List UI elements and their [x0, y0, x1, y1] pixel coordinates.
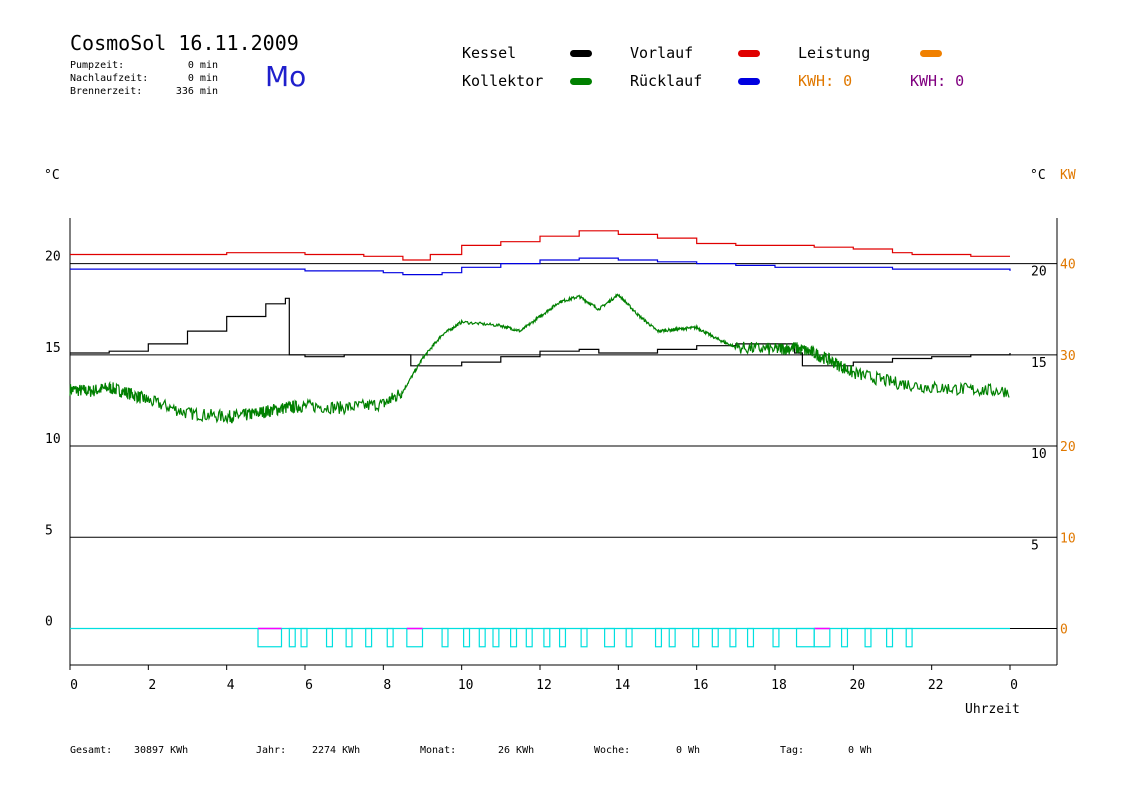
pulse-bar [441, 627, 449, 648]
pulse-bar [325, 627, 334, 648]
pulse-bar [525, 627, 533, 648]
pulse-bar [813, 627, 831, 648]
x-tick-label: 2 [148, 678, 156, 693]
x-tick-label: 12 [536, 678, 552, 693]
pulse-bar [668, 627, 676, 648]
footer-gesamt-value: 30897 KWh [134, 745, 189, 756]
pulse-bar [654, 627, 663, 648]
y-tick-left: 0 [45, 615, 53, 630]
footer-monat-value: 26 KWh [498, 745, 535, 756]
pulse-bar [257, 627, 283, 648]
series-line-kollektor [69, 293, 1010, 425]
y-tick-right: 5 [1031, 538, 1039, 553]
pulse-bar [795, 627, 815, 648]
y-tick-right: 20 [1031, 265, 1047, 280]
x-tick-label: 10 [458, 678, 474, 693]
x-tick-label: 20 [850, 678, 866, 693]
footer-monat-label: Monat: [420, 745, 457, 756]
x-axis-label: Uhrzeit [965, 702, 1020, 717]
pulse-bar [625, 627, 633, 648]
pulse-bar [905, 627, 913, 648]
footer-woche-label: Woche: [594, 745, 631, 756]
x-tick-label: 0 [1010, 678, 1018, 693]
x-tick-label: 0 [70, 678, 78, 693]
y-tick-right-kw: 20 [1060, 440, 1076, 455]
footer-gesamt-label: Gesamt: [70, 745, 113, 756]
y-tick-left: 15 [45, 341, 61, 356]
pulse-bar [604, 627, 616, 648]
pulse-bar [543, 627, 551, 648]
pulse-bar [558, 627, 567, 648]
pulse-bar [478, 627, 486, 648]
pulse-bar [406, 627, 424, 648]
x-tick-label: 16 [693, 678, 709, 693]
pulse-bar [864, 627, 872, 648]
pulse-bar [886, 627, 894, 648]
y-tick-right-kw: 40 [1060, 258, 1076, 273]
pulse-bar [300, 627, 308, 648]
y-tick-left: 10 [45, 432, 61, 447]
x-tick-label: 22 [928, 678, 944, 693]
x-tick-label: 6 [305, 678, 313, 693]
footer-woche-value: 0 Wh [676, 745, 701, 756]
y-tick-left: 5 [45, 523, 53, 538]
pulse-bar [772, 627, 780, 648]
y-tick-right-kw: 0 [1060, 623, 1068, 638]
pulse-bar [365, 627, 373, 648]
chart-plot: 0 5 10 15 20 5 10 15 20 0 10 20 30 40 0 2 4 6 8 10 12 14 16 18 2… [45, 218, 1076, 693]
pulse-bar [288, 627, 296, 648]
x-tick-label: 8 [383, 678, 391, 693]
pulse-bar [692, 627, 700, 648]
footer-tag-label: Tag: [780, 745, 805, 756]
y-tick-left: 20 [45, 250, 61, 265]
pulse-bar [345, 627, 353, 648]
y-tick-right-kw: 10 [1060, 531, 1076, 546]
series-line-kessel [70, 297, 1011, 367]
pulse-bar [463, 627, 471, 648]
pulse-bar [580, 627, 588, 648]
series-line-ruecklauf [70, 257, 1011, 276]
x-tick-label: 14 [615, 678, 631, 693]
pulse-bar [711, 627, 719, 648]
x-tick-label: 18 [771, 678, 787, 693]
series-line-vorlauf [70, 230, 1010, 261]
pulse-bar [510, 627, 518, 648]
pulse-bar [729, 627, 737, 648]
pulse-bar [386, 627, 394, 648]
pulse-bar [746, 627, 755, 648]
y-tick-right: 10 [1031, 447, 1047, 462]
footer-jahr-value: 2274 KWh [312, 745, 361, 756]
footer-jahr-label: Jahr: [256, 745, 287, 756]
footer-tag-value: 0 Wh [848, 745, 873, 756]
x-tick-label: 4 [227, 678, 235, 693]
pulse-bar [840, 627, 849, 648]
pulse-bar [492, 627, 500, 648]
y-tick-right-kw: 30 [1060, 349, 1076, 364]
y-tick-right: 15 [1031, 356, 1047, 371]
